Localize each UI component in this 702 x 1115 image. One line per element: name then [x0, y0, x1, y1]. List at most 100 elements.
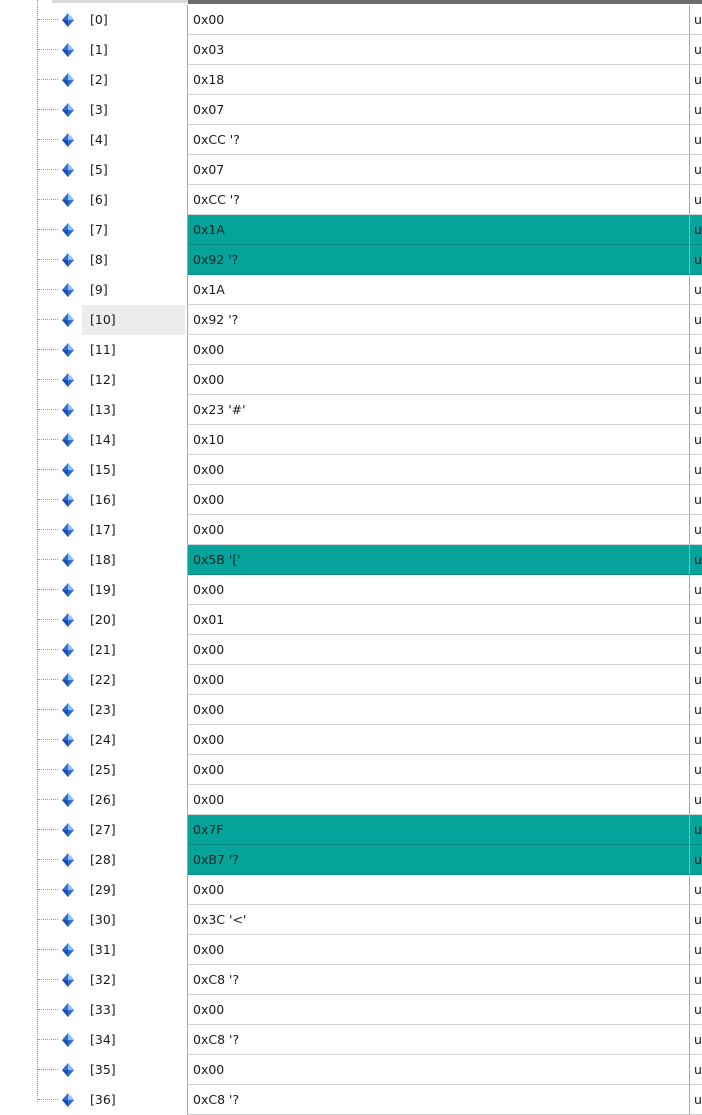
watch-row[interactable]: [21] 0x00 u	[0, 635, 702, 665]
watch-row[interactable]: [36] 0xC8 '? u	[0, 1085, 702, 1115]
watch-row[interactable]: [27] 0x7F u	[0, 815, 702, 845]
watch-row[interactable]: [29] 0x00 u	[0, 875, 702, 905]
watch-row[interactable]: [2] 0x18 u	[0, 65, 702, 95]
element-index: [19]	[90, 582, 116, 597]
variable-diamond-icon	[62, 313, 74, 327]
element-value[interactable]: 0x01	[187, 605, 689, 635]
element-value[interactable]: 0x1A	[187, 275, 689, 305]
watch-row[interactable]: [5] 0x07 u	[0, 155, 702, 185]
element-value[interactable]: 0x18	[187, 65, 689, 95]
element-value[interactable]: 0x1A	[187, 215, 689, 245]
watch-row[interactable]: [25] 0x00 u	[0, 755, 702, 785]
element-type: u	[689, 755, 702, 785]
watch-row[interactable]: [6] 0xCC '? u	[0, 185, 702, 215]
variable-diamond-icon	[62, 673, 74, 687]
watch-row[interactable]: [28] 0xB7 '? u	[0, 845, 702, 875]
element-value[interactable]: 0x00	[187, 785, 689, 815]
watch-row[interactable]: [1] 0x03 u	[0, 35, 702, 65]
watch-row[interactable]: [16] 0x00 u	[0, 485, 702, 515]
element-value[interactable]: 0x23 '#'	[187, 395, 689, 425]
watch-row[interactable]: [26] 0x00 u	[0, 785, 702, 815]
element-index: [28]	[90, 852, 116, 867]
watch-row[interactable]: [13] 0x23 '#' u	[0, 395, 702, 425]
element-value[interactable]: 0x3C '<'	[187, 905, 689, 935]
element-index: [1]	[90, 42, 108, 57]
element-type: u	[689, 155, 702, 185]
element-index: [18]	[90, 552, 116, 567]
element-index: [33]	[90, 1002, 116, 1017]
element-type: u	[689, 785, 702, 815]
element-value[interactable]: 0xB7 '?	[187, 845, 689, 875]
watch-row[interactable]: [4] 0xCC '? u	[0, 125, 702, 155]
watch-row[interactable]: [30] 0x3C '<' u	[0, 905, 702, 935]
element-value[interactable]: 0x03	[187, 35, 689, 65]
element-value[interactable]: 0xC8 '?	[187, 1085, 689, 1115]
element-type: u	[689, 965, 702, 995]
watch-row[interactable]: [32] 0xC8 '? u	[0, 965, 702, 995]
watch-row[interactable]: [15] 0x00 u	[0, 455, 702, 485]
element-type: u	[689, 5, 702, 35]
element-value[interactable]: 0x5B '['	[187, 545, 689, 575]
tree-branch-line	[38, 649, 58, 650]
element-value[interactable]: 0x00	[187, 1055, 689, 1085]
element-value[interactable]: 0x00	[187, 725, 689, 755]
element-value[interactable]: 0x00	[187, 635, 689, 665]
watch-row[interactable]: [34] 0xC8 '? u	[0, 1025, 702, 1055]
element-value[interactable]: 0x00	[187, 695, 689, 725]
watch-row[interactable]: [19] 0x00 u	[0, 575, 702, 605]
tree-branch-line	[38, 529, 58, 530]
element-value[interactable]: 0x7F	[187, 815, 689, 845]
variable-diamond-icon	[62, 193, 74, 207]
element-value[interactable]: 0x00	[187, 995, 689, 1025]
element-index: [6]	[90, 192, 108, 207]
watch-row[interactable]: [7] 0x1A u	[0, 215, 702, 245]
element-value[interactable]: 0xCC '?	[187, 185, 689, 215]
element-value[interactable]: 0x00	[187, 875, 689, 905]
watch-row[interactable]: [0] 0x00 u	[0, 5, 702, 35]
tree-branch-line	[38, 829, 58, 830]
element-value[interactable]: 0xC8 '?	[187, 965, 689, 995]
element-index: [0]	[90, 12, 108, 27]
element-value[interactable]: 0x00	[187, 665, 689, 695]
watch-row[interactable]: [8] 0x92 '? u	[0, 245, 702, 275]
element-value[interactable]: 0x00	[187, 335, 689, 365]
watch-row[interactable]: [17] 0x00 u	[0, 515, 702, 545]
watch-row[interactable]: [14] 0x10 u	[0, 425, 702, 455]
element-type: u	[689, 695, 702, 725]
element-value[interactable]: 0x00	[187, 365, 689, 395]
element-type: u	[689, 485, 702, 515]
element-value[interactable]: 0xCC '?	[187, 125, 689, 155]
tree-branch-line	[38, 349, 58, 350]
element-value[interactable]: 0x00	[187, 935, 689, 965]
element-value[interactable]: 0x00	[187, 575, 689, 605]
watch-row[interactable]: [20] 0x01 u	[0, 605, 702, 635]
watch-row[interactable]: [23] 0x00 u	[0, 695, 702, 725]
watch-row[interactable]: [33] 0x00 u	[0, 995, 702, 1025]
element-value[interactable]: 0x92 '?	[187, 245, 689, 275]
element-value[interactable]: 0x10	[187, 425, 689, 455]
element-value[interactable]: 0xC8 '?	[187, 1025, 689, 1055]
element-index: [15]	[90, 462, 116, 477]
element-type: u	[689, 875, 702, 905]
watch-row[interactable]: [22] 0x00 u	[0, 665, 702, 695]
element-value[interactable]: 0x07	[187, 155, 689, 185]
element-value[interactable]: 0x92 '?	[187, 305, 689, 335]
element-type: u	[689, 725, 702, 755]
element-value[interactable]: 0x00	[187, 755, 689, 785]
watch-row[interactable]: [35] 0x00 u	[0, 1055, 702, 1085]
watch-row[interactable]: [3] 0x07 u	[0, 95, 702, 125]
element-value[interactable]: 0x00	[187, 455, 689, 485]
watch-row[interactable]: [11] 0x00 u	[0, 335, 702, 365]
variable-diamond-icon	[62, 73, 74, 87]
watch-row[interactable]: [9] 0x1A u	[0, 275, 702, 305]
element-value[interactable]: 0x00	[187, 515, 689, 545]
watch-row[interactable]: [10] 0x92 '? u	[0, 305, 702, 335]
watch-row[interactable]: [24] 0x00 u	[0, 725, 702, 755]
watch-row[interactable]: [12] 0x00 u	[0, 365, 702, 395]
watch-row[interactable]: [18] 0x5B '[' u	[0, 545, 702, 575]
element-value[interactable]: 0x07	[187, 95, 689, 125]
tree-branch-line	[38, 499, 58, 500]
watch-row[interactable]: [31] 0x00 u	[0, 935, 702, 965]
element-value[interactable]: 0x00	[187, 485, 689, 515]
element-value[interactable]: 0x00	[187, 5, 689, 35]
